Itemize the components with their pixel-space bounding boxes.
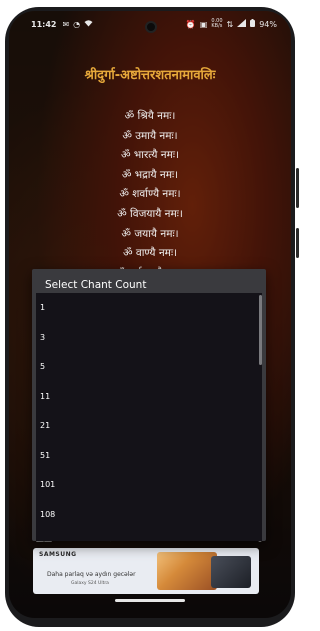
chant-count-option[interactable]: 51: [36, 441, 262, 471]
mail-icon: ✉: [62, 19, 70, 29]
power-button: [296, 168, 299, 208]
ad-brand: SAMSUNG: [39, 551, 77, 558]
chant-count-option[interactable]: 101: [36, 470, 262, 500]
ad-product-image: [211, 556, 251, 588]
volume-button: [296, 228, 299, 258]
ad-banner[interactable]: SAMSUNG Daha parlaq və aydın gecələr Gal…: [33, 548, 259, 594]
chant-line: ॐ श्रियै नमः।: [124, 110, 176, 122]
status-right: ⏰ ▣ 0.00 KB/s ⇅ 94%: [186, 19, 277, 29]
network-speed: 0.00 KB/s: [211, 18, 223, 29]
chant-line: ॐ जयायै नमः।: [121, 227, 179, 240]
front-camera: [145, 21, 157, 33]
alarm-icon: ⏰: [185, 19, 196, 29]
ad-headline: Daha parlaq və aydın gecələr: [47, 571, 136, 578]
nfc-icon: ▣: [199, 19, 208, 29]
battery-percent: 94%: [259, 19, 277, 29]
battery-icon: [250, 19, 256, 29]
data-icon: ⇅: [226, 19, 234, 29]
whatsapp-icon: ◔: [73, 19, 81, 29]
ad-product-image: [157, 552, 217, 590]
status-time: 11:42: [31, 19, 57, 29]
chant-line: ॐ वाण्यै नमः।: [122, 247, 178, 260]
chant-count-dialog: Select Chant Count 1 3 5 11 21 51 101 10…: [32, 269, 266, 541]
chant-count-option[interactable]: 1: [36, 293, 262, 323]
wifi-icon: [84, 19, 93, 29]
screen: 11:42 ✉ ◔ ⏰ ▣ 0.00 KB/s ⇅ 94% श्रीदुर्गा…: [9, 11, 291, 618]
list-scrollbar[interactable]: [259, 295, 262, 365]
chant-count-option[interactable]: 11: [36, 382, 262, 412]
page-title: श्रीदुर्गा-अष्टोत्तरशतनामावलिः: [84, 68, 216, 83]
home-indicator[interactable]: [115, 599, 185, 602]
ad-subtext: Galaxy S24 Ultra: [71, 581, 109, 586]
chant-line: ॐ भद्रायै नमः।: [121, 168, 179, 181]
chant-count-option[interactable]: 3: [36, 323, 262, 353]
dialog-title: Select Chant Count: [45, 279, 147, 291]
chant-line: ॐ भारत्यै नमः।: [121, 149, 179, 162]
chant-count-option[interactable]: 21: [36, 411, 262, 441]
chant-line: ॐ विजयायै नमः।: [117, 207, 183, 220]
chant-count-list[interactable]: 1 3 5 11 21 51 101 108: [36, 293, 262, 541]
chant-line: ॐ उमायै नमः।: [122, 129, 178, 142]
chant-line: ॐ शर्वाण्यै नमः।: [119, 188, 181, 201]
chant-list: ॐ श्रियै नमः। ॐ उमायै नमः। ॐ भारत्यै नमः…: [9, 107, 291, 283]
chant-count-option[interactable]: 108: [36, 500, 262, 530]
signal-icon: [237, 19, 247, 29]
chant-count-option[interactable]: 5: [36, 352, 262, 382]
